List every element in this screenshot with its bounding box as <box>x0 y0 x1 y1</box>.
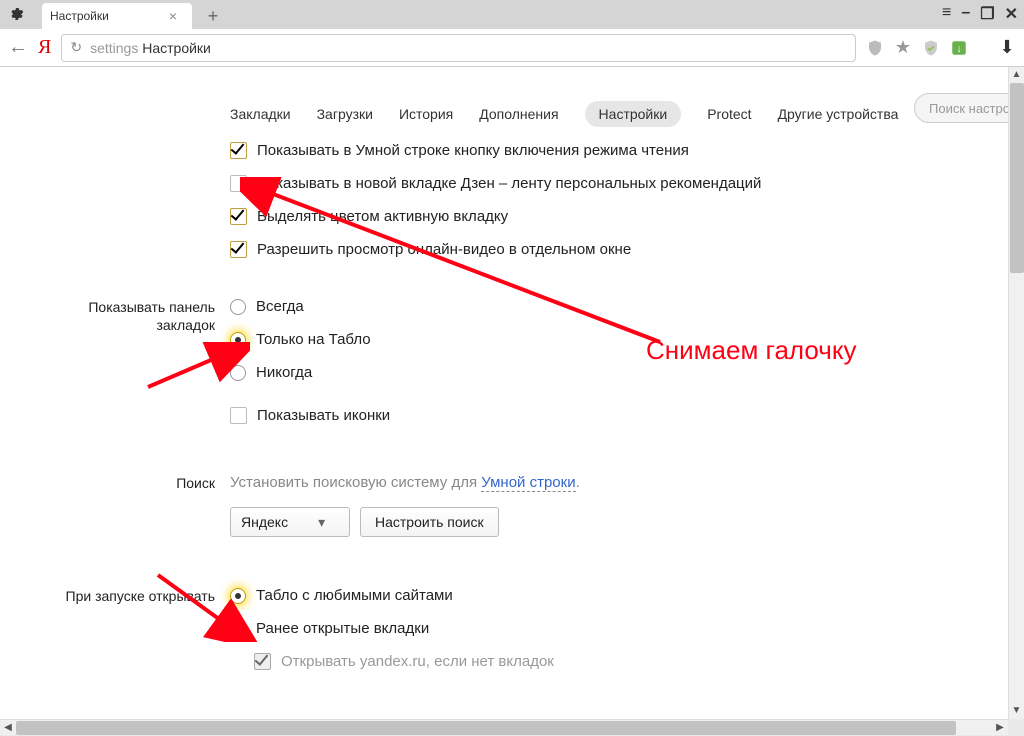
new-tab-button[interactable]: + <box>200 3 226 29</box>
nav-addons[interactable]: Дополнения <box>479 106 558 122</box>
vscroll-thumb[interactable] <box>1010 83 1024 273</box>
radio-always-label: Всегда <box>256 298 304 315</box>
url-scheme: settings <box>90 40 138 56</box>
chevron-down-icon: ▾ <box>318 514 325 531</box>
scroll-left-icon[interactable]: ◀ <box>0 720 16 736</box>
annotation-text: Снимаем галочку <box>646 335 857 366</box>
omnibox[interactable]: ↻ settings Настройки <box>61 34 856 62</box>
configure-search-button[interactable]: Настроить поиск <box>360 507 499 537</box>
titlebar: Настройки × + ≡ – ❐ ✕ <box>0 0 1024 29</box>
window-controls: ≡ – ❐ ✕ <box>942 4 1018 24</box>
nav-other-devices[interactable]: Другие устройства <box>778 106 899 122</box>
horizontal-scrollbar[interactable]: ◀ ▶ <box>0 719 1008 735</box>
hscroll-thumb[interactable] <box>16 721 956 735</box>
startup-section-title: При запуске открывать <box>35 587 215 605</box>
chk-video-window[interactable] <box>230 241 247 258</box>
chk-open-yandex-label: Открывать yandex.ru, если нет вкладок <box>281 653 554 670</box>
url-path: Настройки <box>138 40 211 56</box>
star-icon[interactable]: ★ <box>894 39 912 57</box>
protect-shield-icon[interactable] <box>922 39 940 57</box>
scroll-down-icon[interactable]: ▼ <box>1009 703 1024 719</box>
minimize-icon[interactable]: – <box>961 4 970 24</box>
chk-zen-feed[interactable] <box>230 175 247 192</box>
extension-icon[interactable]: ↓ <box>950 39 968 57</box>
shield-icon[interactable] <box>866 39 884 57</box>
search-engine-value: Яндекс <box>241 514 288 530</box>
vertical-scrollbar[interactable]: ▲ ▼ <box>1008 67 1024 719</box>
search-engine-select[interactable]: Яндекс ▾ <box>230 507 350 537</box>
nav-protect[interactable]: Protect <box>707 106 751 122</box>
reload-icon[interactable]: ↻ <box>70 39 82 56</box>
chk-show-icons-label: Показывать иконки <box>257 407 390 424</box>
address-bar: ← Я ↻ settings Настройки ★ ↓ ⬇ <box>0 29 1024 67</box>
nav-history[interactable]: История <box>399 106 453 122</box>
search-desc: Установить поисковую систему для Умной с… <box>230 474 580 491</box>
radio-tablo-sites[interactable] <box>230 588 246 604</box>
chk-show-icons[interactable] <box>230 407 247 424</box>
scroll-up-icon[interactable]: ▲ <box>1009 67 1024 83</box>
radio-tablo-only[interactable] <box>230 332 246 348</box>
chk-reader-mode-label: Показывать в Умной строке кнопку включен… <box>257 142 689 159</box>
chk-highlight-tab[interactable] <box>230 208 247 225</box>
bookmarks-panel-title: Показывать панель закладок <box>35 298 215 334</box>
settings-page: Закладки Загрузки История Дополнения Нас… <box>0 67 1024 719</box>
chk-zen-feed-label: Показывать в новой вкладке Дзен – ленту … <box>257 175 761 192</box>
chk-video-window-label: Разрешить просмотр онлайн-видео в отдель… <box>257 241 631 258</box>
gear-icon[interactable] <box>8 6 24 22</box>
radio-restore-tabs-label: Ранее открытые вкладки <box>256 620 429 637</box>
scroll-right-icon[interactable]: ▶ <box>992 720 1008 736</box>
tab-close-icon[interactable]: × <box>169 8 177 24</box>
menu-icon[interactable]: ≡ <box>942 4 951 24</box>
nav-downloads[interactable]: Загрузки <box>317 106 373 122</box>
browser-tab-active[interactable]: Настройки × <box>42 3 192 29</box>
settings-content: Показывать в Умной строке кнопку включен… <box>0 142 1024 719</box>
radio-tablo-only-label: Только на Табло <box>256 331 371 348</box>
chk-open-yandex[interactable] <box>254 653 271 670</box>
chk-reader-mode[interactable] <box>230 142 247 159</box>
tab-title: Настройки <box>50 9 109 23</box>
svg-text:↓: ↓ <box>956 42 961 54</box>
search-section-title: Поиск <box>35 474 215 492</box>
radio-restore-tabs[interactable] <box>230 621 246 637</box>
nav-settings[interactable]: Настройки <box>585 101 682 127</box>
close-window-icon[interactable]: ✕ <box>1005 4 1018 24</box>
smart-line-link[interactable]: Умной строки <box>481 474 575 492</box>
chk-highlight-tab-label: Выделять цветом активную вкладку <box>257 208 508 225</box>
yandex-logo[interactable]: Я <box>38 36 51 59</box>
download-icon[interactable]: ⬇ <box>998 39 1016 57</box>
radio-tablo-sites-label: Табло с любимыми сайтами <box>256 587 453 604</box>
back-button[interactable]: ← <box>8 36 28 59</box>
settings-nav: Закладки Загрузки История Дополнения Нас… <box>230 101 898 127</box>
addr-right-icons: ★ ↓ ⬇ <box>866 39 1016 57</box>
maximize-icon[interactable]: ❐ <box>980 4 994 24</box>
radio-never-label: Никогда <box>256 364 312 381</box>
nav-bookmarks[interactable]: Закладки <box>230 106 291 122</box>
radio-always[interactable] <box>230 299 246 315</box>
radio-never[interactable] <box>230 365 246 381</box>
